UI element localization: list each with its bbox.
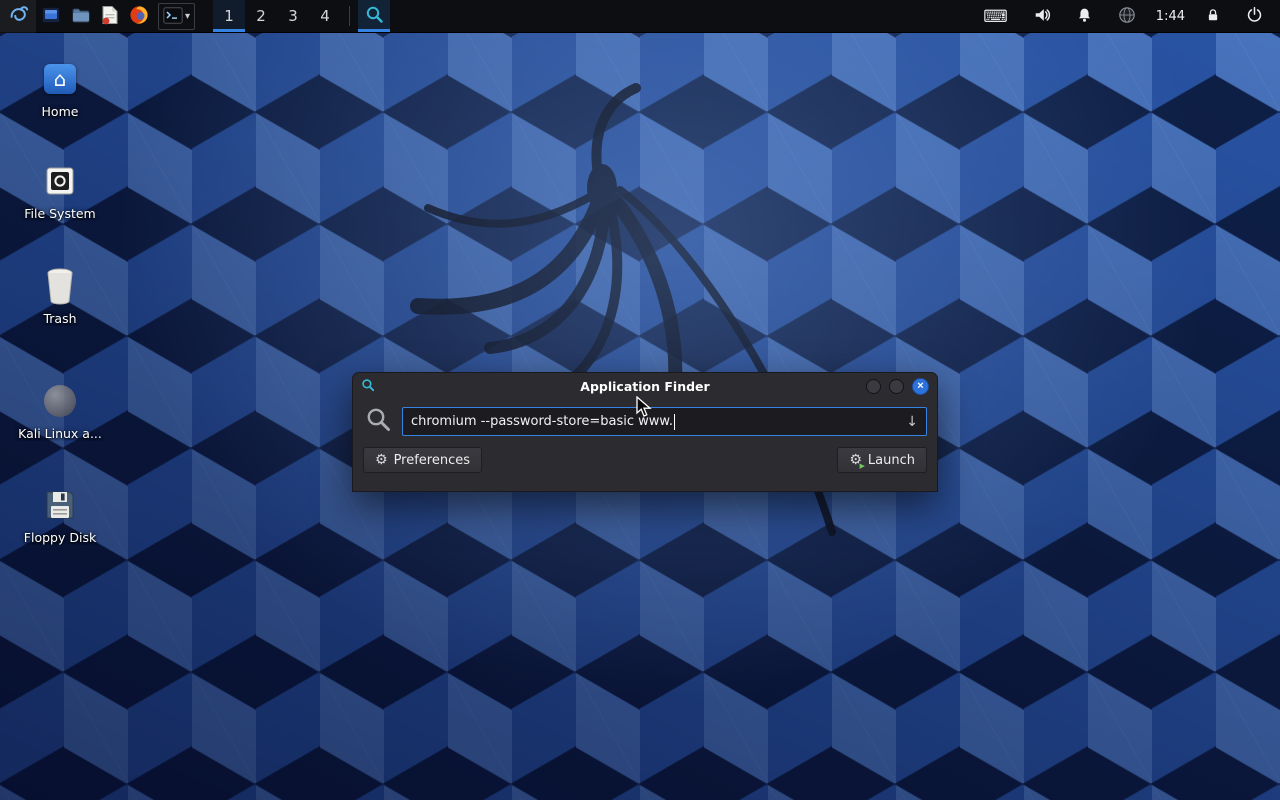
window-controls: × bbox=[866, 378, 929, 395]
search-icon bbox=[365, 406, 392, 437]
app-finder-icon bbox=[365, 5, 384, 27]
kali-linux-icon bbox=[14, 380, 106, 422]
command-input-value: chromium --password-store=basic www. bbox=[411, 414, 673, 429]
dropdown-arrow-icon[interactable]: ↓ bbox=[900, 414, 918, 430]
screen-lock-tray-button[interactable] bbox=[1200, 0, 1226, 33]
workspace-button-1[interactable]: 1 bbox=[213, 0, 245, 32]
firefox-icon bbox=[129, 5, 149, 28]
keyboard-tray-button[interactable]: ⌨ bbox=[978, 0, 1013, 33]
bell-icon bbox=[1076, 6, 1093, 27]
workspace-button-2[interactable]: 2 bbox=[245, 0, 277, 32]
workspace-switcher: 1 2 3 4 bbox=[213, 0, 341, 32]
chevron-down-icon: ▾ bbox=[185, 11, 190, 22]
notifications-tray-button[interactable] bbox=[1071, 0, 1098, 33]
launch-button-label: Launch bbox=[868, 453, 915, 468]
close-button[interactable]: × bbox=[912, 378, 929, 395]
trash-icon bbox=[14, 265, 106, 307]
network-tray-button[interactable] bbox=[1113, 0, 1141, 33]
top-panel: ▾ 1 2 3 4 ⌨ bbox=[0, 0, 1280, 33]
launch-button[interactable]: ⚙▶ Launch bbox=[837, 447, 927, 473]
window-title: Application Finder bbox=[353, 379, 937, 394]
taskbar-application-finder[interactable] bbox=[358, 0, 390, 32]
panel-separator bbox=[349, 6, 350, 26]
volume-tray-button[interactable] bbox=[1028, 0, 1056, 33]
mouse-cursor bbox=[636, 396, 656, 418]
keyboard-icon: ⌨ bbox=[983, 8, 1008, 25]
firefox-launcher[interactable] bbox=[124, 0, 154, 33]
maximize-button[interactable] bbox=[889, 379, 904, 394]
command-input[interactable]: chromium --password-store=basic www. ↓ bbox=[402, 407, 927, 436]
preferences-button-label: Preferences bbox=[394, 453, 470, 468]
application-finder-window: Application Finder × chromium --password… bbox=[352, 372, 938, 492]
floppy-disk-icon bbox=[14, 484, 106, 526]
workspace-button-4[interactable]: 4 bbox=[309, 0, 341, 32]
power-tray-button[interactable] bbox=[1241, 0, 1268, 33]
desktop-icon-trash[interactable]: Trash bbox=[14, 265, 106, 326]
house-glyph: ⌂ bbox=[54, 67, 67, 91]
desktop-icon-label: Floppy Disk bbox=[14, 530, 106, 545]
power-icon bbox=[1246, 6, 1263, 26]
launch-icon: ⚙▶ bbox=[849, 452, 862, 468]
terminal-icon bbox=[163, 7, 183, 27]
volume-icon bbox=[1033, 6, 1051, 27]
panel-left-section: ▾ 1 2 3 4 bbox=[0, 0, 390, 32]
desktop-icon-home[interactable]: ⌂ Home bbox=[14, 58, 106, 119]
window-titlebar-icon bbox=[361, 377, 375, 396]
kali-menu-button[interactable] bbox=[0, 0, 36, 33]
desktop-icon-file-system[interactable]: File System bbox=[14, 160, 106, 221]
text-caret bbox=[674, 414, 675, 430]
kali-dragon-artwork bbox=[270, 70, 930, 570]
desktop-icon-label: File System bbox=[14, 206, 106, 221]
folder-icon bbox=[71, 5, 91, 28]
lock-icon bbox=[1205, 6, 1221, 27]
globe-icon bbox=[1118, 6, 1136, 27]
kali-logo-icon bbox=[7, 4, 29, 29]
finder-actions: ⚙ Preferences ⚙▶ Launch bbox=[353, 437, 937, 485]
file-system-icon bbox=[14, 160, 106, 202]
system-tray: ⌨ bbox=[978, 0, 1280, 32]
desktop-icon-kali-linux[interactable]: Kali Linux a... bbox=[14, 380, 106, 441]
minimize-button[interactable] bbox=[866, 379, 881, 394]
document-icon bbox=[101, 5, 119, 28]
workspace-button-3[interactable]: 3 bbox=[277, 0, 309, 32]
clock[interactable]: 1:44 bbox=[1156, 9, 1185, 24]
terminal-launcher[interactable]: ▾ bbox=[158, 3, 195, 30]
desktop-icon-label: Trash bbox=[14, 311, 106, 326]
desktop-icon-floppy-disk[interactable]: Floppy Disk bbox=[14, 484, 106, 545]
desktop-icon-label: Home bbox=[14, 104, 106, 119]
home-icon: ⌂ bbox=[14, 58, 106, 100]
document-launcher[interactable] bbox=[96, 0, 124, 33]
file-manager-icon bbox=[41, 5, 61, 28]
gear-icon: ⚙ bbox=[375, 452, 388, 468]
folder-launcher[interactable] bbox=[66, 0, 96, 33]
desktop-icon-label: Kali Linux a... bbox=[14, 426, 106, 441]
preferences-button[interactable]: ⚙ Preferences bbox=[363, 447, 482, 473]
file-manager-launcher[interactable] bbox=[36, 0, 66, 33]
